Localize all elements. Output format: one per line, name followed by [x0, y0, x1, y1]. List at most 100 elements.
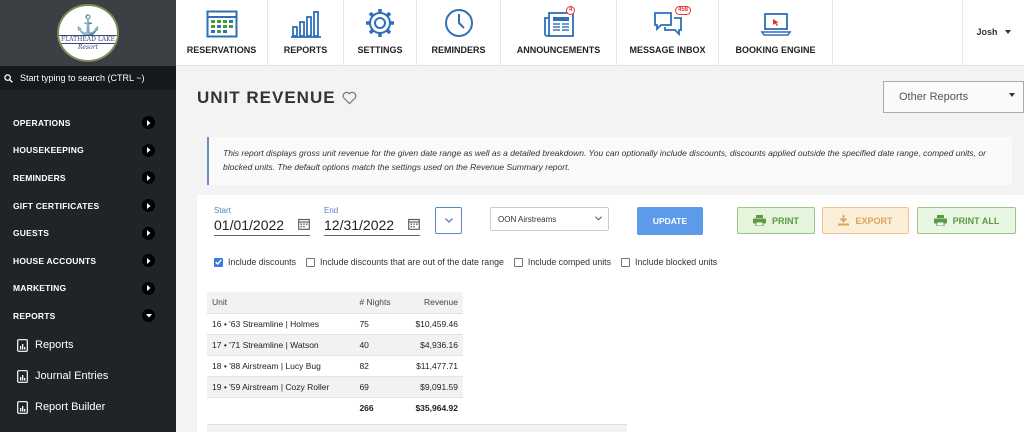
table-row: 19 • '59 Airstream | Cozy Roller 69 $9,0… [207, 375, 463, 397]
printer-icon [753, 215, 766, 226]
chevron-right-icon [142, 226, 155, 240]
print-label: PRINT [772, 215, 799, 226]
table-row: 16 • '63 Streamline | Holmes 75 $10,459.… [207, 312, 463, 334]
sidebar-subitem-reports[interactable]: Reports [0, 330, 176, 361]
other-reports-dropdown[interactable]: Other Reports [883, 81, 1024, 113]
unit-revenue-table: Unit # Nights Revenue 16 • '63 Streamlin… [207, 292, 463, 418]
unit-cell: 18 • '88 Airstream | Lucy Bug [207, 354, 355, 376]
end-date-field[interactable]: End 12/31/2022 [324, 206, 420, 236]
checkbox-label: Include discounts [228, 257, 296, 267]
date-preset-button[interactable] [435, 207, 462, 234]
table-row: 18 • '88 Airstream | Lucy Bug 82 $11,477… [207, 354, 463, 376]
nav-label: BOOKING ENGINE [735, 45, 816, 55]
checkbox-checked[interactable] [214, 257, 223, 267]
nav-label: REPORTS [283, 45, 328, 55]
calendar-icon[interactable] [408, 218, 420, 230]
sidebar-item-gift-certificates[interactable]: GIFT CERTIFICATES [0, 192, 176, 220]
nav-reminders[interactable]: REMINDERS [417, 0, 501, 66]
end-date-label: End [324, 206, 339, 215]
nights-cell: 82 [354, 354, 403, 376]
table-row: 17 • '71 Streamline | Watson 40 $4,936.1… [207, 333, 463, 355]
search-icon [4, 73, 13, 83]
laptop-icon [760, 13, 791, 36]
sidebar-item-marketing[interactable]: MARKETING [0, 275, 176, 303]
report-description: This report displays gross unit revenue … [207, 137, 1012, 185]
start-date-label: Start [214, 206, 231, 215]
include-discounts-checkbox[interactable]: Include discounts [214, 257, 296, 267]
nav-message-inbox[interactable]: 458 MESSAGE INBOX [617, 0, 719, 66]
print-all-button[interactable]: PRINT ALL [917, 207, 1016, 234]
chevron-right-icon [142, 116, 155, 130]
chevron-down-icon [142, 309, 155, 323]
sidebar-subitem-journal-entries[interactable]: Journal Entries [0, 361, 176, 392]
unit-group-select[interactable]: OON Airstreams [490, 207, 609, 231]
sidebar-item-house-accounts[interactable]: HOUSE ACCOUNTS [0, 247, 176, 275]
sidebar-item-operations[interactable]: OPERATIONS [0, 109, 176, 137]
checkbox-unchecked[interactable] [513, 257, 523, 267]
unit-cell: 17 • '71 Streamline | Watson [207, 333, 355, 355]
checkbox-label: Include discounts that are out of the da… [319, 257, 504, 267]
chevron-down-icon [595, 216, 602, 221]
sidebar-subitem-label: Journal Entries [35, 370, 109, 383]
sidebar-item-label: GIFT CERTIFICATES [13, 200, 100, 211]
total-label-cell [207, 396, 355, 418]
end-date-value[interactable]: 12/31/2022 [324, 217, 420, 233]
sidebar-item-housekeeping[interactable]: HOUSEKEEPING [0, 137, 176, 165]
sidebar-item-reports[interactable]: REPORTS [0, 302, 176, 330]
nav-booking-engine[interactable]: BOOKING ENGINE [719, 0, 833, 66]
user-name: Josh [976, 27, 998, 37]
include-out-of-range-discounts-checkbox[interactable]: Include discounts that are out of the da… [305, 257, 504, 267]
sidebar-item-label: MARKETING [13, 283, 67, 294]
include-blocked-units-checkbox[interactable]: Include blocked units [621, 257, 717, 267]
sidebar-item-guests[interactable]: GUESTS [0, 219, 176, 247]
checkbox-unchecked[interactable] [621, 257, 631, 267]
start-date-value[interactable]: 01/01/2022 [214, 217, 310, 233]
include-comped-units-checkbox[interactable]: Include comped units [513, 257, 611, 267]
nav-reservations[interactable]: RESERVATIONS [176, 0, 268, 66]
sidebar-item-label: OPERATIONS [13, 117, 71, 128]
unit-cell: 16 • '63 Streamline | Holmes [207, 312, 355, 334]
print-button[interactable]: PRINT [737, 207, 815, 234]
nav-settings[interactable]: SETTINGS [344, 0, 417, 66]
revenue-cell: $9,091.59 [402, 375, 463, 397]
logo-text: FLATHEAD LAKE [59, 34, 117, 44]
export-button[interactable]: EXPORT [822, 207, 909, 234]
nav-reports[interactable]: REPORTS [268, 0, 344, 66]
download-icon [838, 215, 850, 226]
chevron-right-icon [142, 199, 155, 213]
start-date-field[interactable]: Start 01/01/2022 [214, 206, 310, 236]
nights-cell: 75 [354, 312, 403, 334]
column-header-unit[interactable]: Unit [207, 292, 355, 313]
heart-icon[interactable] [342, 91, 357, 105]
sidebar-item-label: REMINDERS [13, 172, 66, 183]
total-revenue-cell: $35,964.92 [402, 396, 463, 418]
search-bar[interactable]: Start typing to search (CTRL ~) [0, 66, 176, 90]
chevron-right-icon [142, 281, 155, 295]
export-label: EXPORT [855, 215, 893, 226]
sidebar-item-reminders[interactable]: REMINDERS [0, 164, 176, 192]
column-header-nights[interactable]: # Nights [354, 292, 403, 313]
sidebar-item-label: REPORTS [13, 310, 56, 321]
sidebar-subitem-report-builder[interactable]: Report Builder [0, 392, 176, 423]
options-row: Include discounts Include discounts that… [197, 243, 1024, 281]
caret-down-icon [1009, 93, 1015, 97]
update-button[interactable]: UPDATE [637, 207, 703, 235]
nav-label: SETTINGS [357, 45, 403, 55]
calendar-icon[interactable] [298, 218, 310, 230]
page-title: UNIT REVENUE [197, 88, 336, 107]
clock-icon [444, 9, 473, 37]
top-navigation: RESERVATIONS REPORTS SETTINGS REMINDERS … [176, 0, 1024, 66]
revenue-cell: $4,936.16 [402, 333, 463, 355]
sidebar-item-label: GUESTS [13, 228, 50, 239]
sidebar-subitem-label: Report Builder [35, 401, 106, 414]
print-all-label: PRINT ALL [952, 215, 1000, 226]
report-doc-icon [17, 338, 28, 352]
nav-announcements[interactable]: 4 ANNOUNCEMENTS [501, 0, 617, 66]
resort-logo[interactable]: ⚓ FLATHEAD LAKE Resort [57, 4, 119, 62]
report-doc-icon [17, 369, 28, 383]
search-input[interactable]: Start typing to search (CTRL ~) [20, 73, 144, 83]
column-header-revenue[interactable]: Revenue [402, 292, 463, 313]
user-menu[interactable]: Josh [962, 0, 1024, 66]
checkbox-unchecked[interactable] [305, 257, 315, 267]
nights-cell: 40 [354, 333, 403, 355]
